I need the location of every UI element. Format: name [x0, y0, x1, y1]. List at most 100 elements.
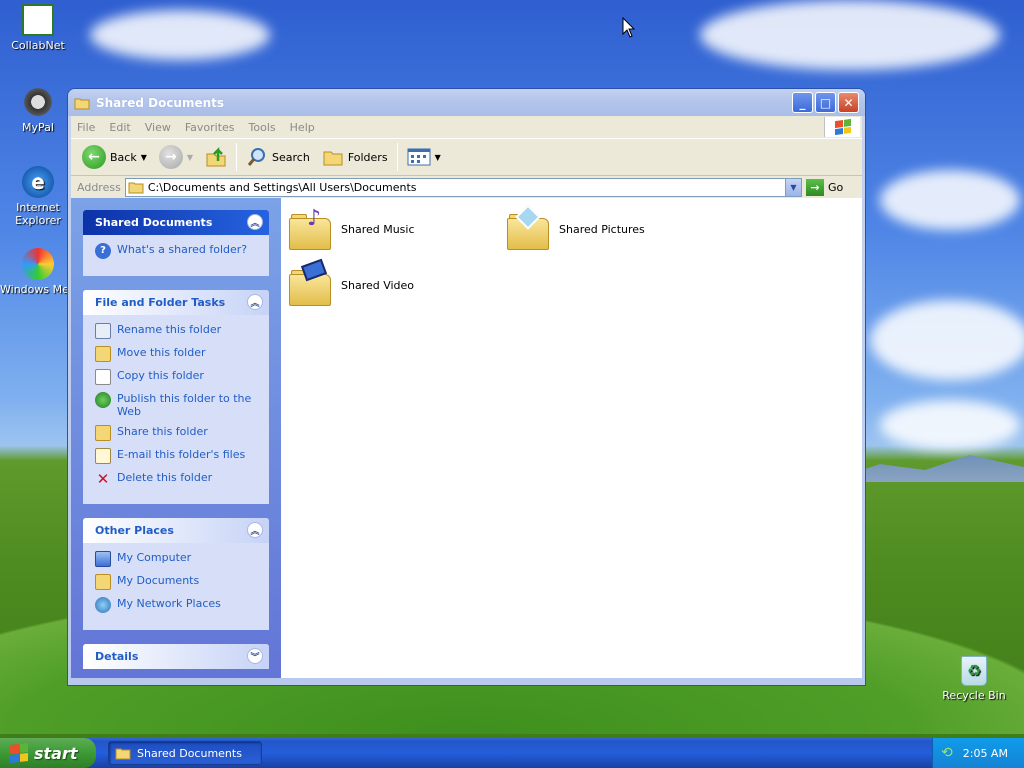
- folder-shared-music[interactable]: ♪ Shared Music: [287, 206, 415, 252]
- task-delete-folder[interactable]: ✕ Delete this folder: [95, 471, 261, 487]
- file-folder-tasks-group: File and Folder Tasks ︽ Rename this fold…: [83, 290, 269, 504]
- desktop-icon-collabnet[interactable]: CollabNet: [0, 4, 76, 52]
- collapse-chevron-icon[interactable]: ︽: [247, 214, 263, 230]
- task-label: E-mail this folder's files: [117, 448, 246, 461]
- task-rename-folder[interactable]: Rename this folder: [95, 323, 261, 339]
- back-button[interactable]: ← Back ▼: [79, 143, 150, 171]
- address-dropdown-icon[interactable]: ▼: [785, 178, 801, 196]
- desktop-icon-windows-media-player[interactable]: Windows Media Player: [0, 248, 76, 296]
- desktop-icon-label: Windows Media Player: [0, 283, 76, 296]
- go-button[interactable]: → Go: [806, 178, 856, 196]
- desktop-icon-label: MyPal: [22, 121, 54, 134]
- network-places-icon: [95, 597, 111, 613]
- taskbar-item-shared-documents[interactable]: Shared Documents: [108, 741, 262, 765]
- place-my-documents[interactable]: My Documents: [95, 574, 261, 590]
- group-title: Other Places: [95, 524, 174, 537]
- folder-shared-video[interactable]: Shared Video: [287, 258, 414, 308]
- back-arrow-icon: ←: [82, 145, 106, 169]
- search-icon: [247, 148, 266, 166]
- collapse-chevron-icon[interactable]: ︽: [247, 294, 263, 310]
- back-dropdown-icon[interactable]: ▼: [141, 153, 147, 162]
- task-move-folder[interactable]: Move this folder: [95, 346, 261, 362]
- start-label: start: [34, 743, 78, 763]
- delete-x-icon: ✕: [96, 470, 110, 488]
- menu-tools[interactable]: Tools: [249, 121, 276, 134]
- go-arrow-icon: →: [806, 178, 824, 196]
- start-button[interactable]: start: [0, 738, 96, 768]
- forward-arrow-icon: →: [158, 145, 183, 169]
- other-places-header[interactable]: Other Places ︽: [83, 518, 269, 543]
- menu-file[interactable]: File: [77, 121, 95, 134]
- task-label: Copy this folder: [117, 369, 204, 382]
- maximize-icon: □: [819, 95, 832, 110]
- folders-button[interactable]: Folders: [319, 145, 391, 169]
- folders-label: Folders: [347, 150, 388, 164]
- place-my-network-places[interactable]: My Network Places: [95, 597, 261, 613]
- maximize-button[interactable]: □: [815, 92, 836, 113]
- toolbar-separator: [396, 143, 398, 171]
- menu-help[interactable]: Help: [290, 121, 315, 134]
- menu-favorites[interactable]: Favorites: [185, 121, 235, 134]
- desktop-icon-label: Internet Explorer: [15, 201, 61, 227]
- desktop-icon-recycle-bin[interactable]: ♻ Recycle Bin: [936, 656, 1012, 702]
- desktop-icon-internet-explorer[interactable]: e Internet Explorer: [0, 166, 76, 227]
- task-email-files[interactable]: E-mail this folder's files: [95, 448, 261, 464]
- file-folder-tasks-header[interactable]: File and Folder Tasks ︽: [83, 290, 269, 315]
- recycle-bin-icon: ♻: [961, 656, 987, 686]
- move-icon: [95, 346, 111, 362]
- taskbar: start Shared Documents ⟲ 2:05 AM: [0, 738, 1024, 768]
- address-value: C:\Documents and Settings\All Users\Docu…: [147, 180, 417, 194]
- close-icon: ✕: [843, 95, 854, 110]
- task-copy-folder[interactable]: Copy this folder: [95, 369, 261, 385]
- network-tray-icon[interactable]: ⟲: [941, 745, 953, 761]
- address-field[interactable]: C:\Documents and Settings\All Users\Docu…: [124, 177, 802, 197]
- collapse-chevron-icon[interactable]: ︽: [247, 522, 263, 538]
- globe-icon: [95, 392, 111, 408]
- special-group-header[interactable]: Shared Documents ︽: [83, 210, 269, 235]
- details-header[interactable]: Details ︾: [83, 644, 269, 669]
- windows-flag-icon: [10, 743, 28, 763]
- task-publish-web[interactable]: Publish this folder to the Web: [95, 392, 261, 418]
- forward-button[interactable]: → ▼: [156, 143, 196, 171]
- views-button[interactable]: ▼: [404, 145, 444, 169]
- clock[interactable]: 2:05 AM: [963, 747, 1008, 760]
- mouse-cursor-icon: [622, 17, 636, 38]
- menu-bar: File Edit View Favorites Tools Help: [71, 116, 862, 138]
- menu-edit[interactable]: Edit: [109, 121, 130, 134]
- menu-view[interactable]: View: [145, 121, 171, 134]
- internet-explorer-icon: e: [22, 166, 54, 198]
- task-label: My Documents: [117, 574, 200, 587]
- group-title: File and Folder Tasks: [95, 296, 226, 309]
- my-documents-icon: [95, 574, 111, 590]
- views-dropdown-icon[interactable]: ▼: [435, 153, 441, 162]
- task-label: Share this folder: [117, 425, 208, 438]
- media-player-icon: [22, 248, 54, 280]
- search-label: Search: [272, 150, 310, 164]
- up-button[interactable]: [202, 144, 230, 170]
- system-tray: ⟲ 2:05 AM: [932, 738, 1024, 768]
- close-button[interactable]: ✕: [838, 92, 859, 113]
- desktop-icon-mypal[interactable]: MyPal: [0, 86, 76, 134]
- minimize-button[interactable]: _: [792, 92, 813, 113]
- music-folder-icon: ♪: [287, 206, 333, 252]
- search-button[interactable]: Search: [243, 144, 313, 170]
- window-body: Shared Documents ︽ ? What's a shared fol…: [71, 198, 862, 678]
- special-group: Shared Documents ︽ ? What's a shared fol…: [83, 210, 269, 276]
- forward-dropdown-icon[interactable]: ▼: [187, 153, 193, 162]
- folder-shared-pictures[interactable]: Shared Pictures: [505, 204, 645, 252]
- details-group: Details ︾: [83, 644, 269, 669]
- folder-up-icon: [206, 146, 226, 167]
- folder-label: Shared Pictures: [559, 222, 645, 236]
- expand-chevron-icon[interactable]: ︾: [247, 648, 263, 664]
- task-share-folder[interactable]: Share this folder: [95, 425, 261, 441]
- window-title: Shared Documents: [96, 95, 225, 110]
- task-label: My Network Places: [117, 597, 221, 610]
- task-label: Rename this folder: [117, 323, 222, 336]
- title-bar[interactable]: Shared Documents _ □ ✕: [68, 89, 865, 116]
- minimize-icon: _: [799, 95, 806, 110]
- folder-icon: [74, 98, 90, 109]
- place-my-computer[interactable]: My Computer: [95, 551, 261, 567]
- task-whats-shared-folder[interactable]: ? What's a shared folder?: [95, 243, 261, 259]
- video-folder-icon: [287, 258, 333, 308]
- cloud: [870, 300, 1024, 380]
